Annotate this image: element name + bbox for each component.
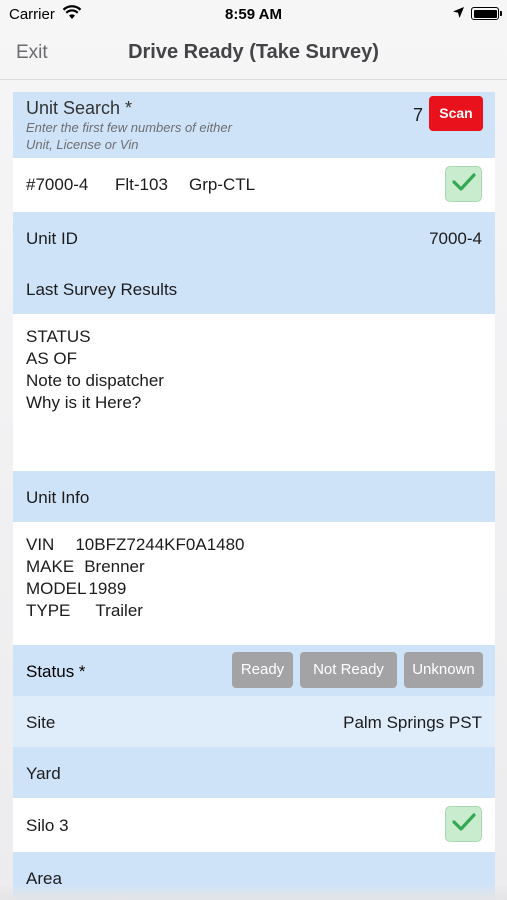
checkmark-icon bbox=[451, 812, 476, 837]
last-survey-status: STATUS bbox=[26, 327, 91, 346]
page-title: Drive Ready (Take Survey) bbox=[128, 41, 379, 63]
unit-info-label: Unit Info bbox=[26, 488, 90, 507]
silo-label: Silo 3 bbox=[26, 816, 69, 835]
type-key: TYPE bbox=[26, 601, 71, 620]
result-fleet: Flt-103 bbox=[115, 175, 168, 194]
last-survey-results: STATUS AS OF Note to dispatcher Why is i… bbox=[13, 314, 495, 471]
unit-id-row: Unit ID 7000-4 bbox=[13, 212, 495, 263]
model-line: MODEL 1989 bbox=[26, 578, 245, 600]
vin-line: VIN 10BFZ7244KF0A1480 bbox=[26, 534, 245, 556]
clock: 8:59 AM bbox=[225, 6, 282, 23]
last-survey-reason: Why is it Here? bbox=[26, 393, 142, 412]
make-value: Brenner bbox=[84, 557, 145, 576]
select-silo-button[interactable] bbox=[445, 806, 482, 842]
unit-result-row[interactable]: #7000-4 Flt-103 Grp-CTL bbox=[13, 158, 495, 212]
status-ready-button[interactable]: Ready bbox=[232, 652, 293, 688]
result-group: Grp-CTL bbox=[189, 175, 256, 194]
last-survey-label: Last Survey Results bbox=[26, 280, 178, 299]
site-label: Site bbox=[26, 713, 56, 732]
model-value: 1989 bbox=[88, 579, 127, 598]
result-unit: #7000-4 bbox=[26, 175, 89, 194]
status-row: Status * Ready Not Ready Unknown bbox=[13, 645, 495, 696]
unit-id-value: 7000-4 bbox=[429, 229, 482, 248]
unit-info-details: VIN 10BFZ7244KF0A1480 MAKE Brenner MODEL 19… bbox=[13, 522, 495, 645]
model-key: MODEL bbox=[26, 579, 87, 598]
vin-value: 10BFZ7244KF0A1480 bbox=[75, 535, 245, 554]
make-key: MAKE bbox=[26, 557, 75, 576]
navigation-bar: Exit Drive Ready (Take Survey) bbox=[0, 28, 507, 80]
make-line: MAKE Brenner bbox=[26, 556, 245, 578]
yard-label: Yard bbox=[26, 764, 61, 783]
silo-row[interactable]: Silo 3 bbox=[13, 798, 495, 852]
unit-search-row[interactable]: Unit Search * Enter the first few number… bbox=[13, 92, 495, 158]
unit-search-hint: Enter the first few numbers of either Un… bbox=[26, 120, 232, 152]
survey-form: Unit Search * Enter the first few number… bbox=[13, 92, 495, 900]
last-survey-as-of: AS OF bbox=[26, 349, 78, 368]
last-survey-header: Last Survey Results bbox=[13, 263, 495, 314]
unit-search-label: Unit Search * bbox=[26, 98, 133, 118]
status-label: Status * bbox=[26, 662, 86, 681]
battery-icon bbox=[471, 7, 502, 20]
unit-id-label: Unit ID bbox=[26, 229, 78, 248]
type-value: Trailer bbox=[95, 601, 143, 620]
last-survey-note: Note to dispatcher bbox=[26, 371, 164, 390]
unit-search-input[interactable]: 7 bbox=[413, 105, 423, 126]
select-unit-button[interactable] bbox=[445, 166, 482, 202]
vin-key: VIN bbox=[26, 535, 55, 554]
status-not-ready-button[interactable]: Not Ready bbox=[300, 652, 397, 688]
yard-row[interactable]: Yard bbox=[13, 747, 495, 798]
checkmark-icon bbox=[451, 172, 476, 197]
bottom-fade bbox=[0, 884, 507, 900]
scan-button[interactable]: Scan bbox=[429, 96, 483, 131]
status-unknown-button[interactable]: Unknown bbox=[404, 652, 483, 688]
unit-info-header: Unit Info bbox=[13, 471, 495, 522]
site-value: Palm Springs PST bbox=[343, 713, 482, 732]
location-arrow-icon bbox=[452, 6, 465, 23]
status-bar: Carrier 8:59 AM bbox=[0, 0, 507, 28]
type-line: TYPE Trailer bbox=[26, 600, 245, 622]
site-row[interactable]: Site Palm Springs PST bbox=[13, 696, 495, 747]
